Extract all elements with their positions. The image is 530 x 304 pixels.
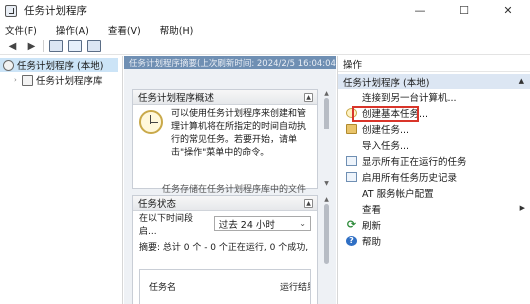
summary-header: 任务计划程序摘要(上次刷新时间: 2024/2/5 16:04:04)	[124, 56, 336, 69]
folder-icon	[22, 74, 33, 86]
close-button[interactable]: ✕	[486, 0, 530, 21]
action-label: 创建任务...	[362, 125, 410, 136]
action-label: AT 服务帐户配置	[362, 189, 434, 200]
properties-icon[interactable]	[87, 40, 101, 52]
overview-section: 任务计划程序概述 ▲ 可以使用任务计划程序来创建和管理计算机将在所指定的时间自动…	[132, 89, 318, 189]
action-label: 导入任务...	[362, 141, 410, 152]
task-scheduler-icon	[3, 59, 14, 71]
task-status-title: 任务状态	[138, 199, 177, 210]
submenu-arrow-icon: ▶	[519, 204, 525, 212]
action-create-task[interactable]: 创建任务...	[338, 121, 530, 137]
time-range-value: 过去 24 小时	[218, 219, 275, 231]
task-icon	[346, 124, 357, 134]
running-tasks-icon	[346, 156, 357, 166]
action-view[interactable]: 查看 ▶	[338, 201, 530, 217]
tree-item-task-scheduler-local[interactable]: 任务计划程序 (本地)	[0, 58, 118, 72]
console-tree-icon[interactable]	[49, 40, 63, 52]
summary-pane: 任务计划程序摘要(上次刷新时间: 2024/2/5 16:04:04) 任务计划…	[124, 56, 336, 304]
title-bar: 任务计划程序 — ☐ ✕	[0, 0, 530, 21]
task-status-table: 任务名 运行结果	[139, 269, 311, 304]
actions-pane: 操作 任务计划程序 (本地) ▲ 连接到另一台计算机... 创建基本任务... …	[337, 56, 530, 304]
status-summary: 摘要: 总计 0 个 - 0 个正在运行, 0 个成功, ...	[139, 243, 311, 253]
scroll-thumb[interactable]	[324, 98, 329, 132]
summary-content: 任务计划程序概述 ▲ 可以使用任务计划程序来创建和管理计算机将在所指定的时间自动…	[124, 69, 336, 304]
overview-section-header[interactable]: 任务计划程序概述 ▲	[133, 90, 317, 105]
clock-icon	[346, 108, 357, 118]
actions-section-label: 任务计划程序 (本地)	[343, 77, 430, 89]
menu-file[interactable]: 文件(F)	[5, 23, 37, 37]
action-help[interactable]: ? 帮助	[338, 233, 530, 249]
chevron-down-icon: ⌄	[299, 219, 306, 228]
action-at-service-config[interactable]: AT 服务帐户配置	[338, 185, 530, 201]
console-tree: 任务计划程序 (本地) › 任务计划程序库	[0, 56, 123, 304]
action-enable-task-history[interactable]: 启用所有任务历史记录	[338, 169, 530, 185]
action-label: 连接到另一台计算机...	[362, 93, 457, 104]
actions-title: 操作	[338, 56, 530, 72]
status-filter-label: 在以下时间段启...	[139, 213, 194, 237]
task-status-section-header[interactable]: 任务状态 ▲	[133, 196, 317, 211]
scroll-up-icon[interactable]: ▲	[322, 195, 331, 204]
tree-item-label: 任务计划程序库	[36, 76, 103, 87]
tree-item-task-scheduler-library[interactable]: › 任务计划程序库	[0, 73, 122, 87]
action-label: 刷新	[362, 221, 382, 232]
tree-item-label: 任务计划程序 (本地)	[17, 61, 104, 72]
scroll-thumb[interactable]	[324, 204, 329, 264]
overview-scroll-lower: ▼	[322, 129, 331, 189]
window-controls: — ☐ ✕	[398, 0, 530, 21]
action-import-task[interactable]: 导入任务...	[338, 137, 530, 153]
minimize-button[interactable]: —	[398, 0, 442, 21]
history-icon	[346, 172, 357, 182]
column-header-task-name[interactable]: 任务名	[149, 280, 176, 293]
refresh-icon: ⟳	[346, 218, 357, 231]
overview-title: 任务计划程序概述	[138, 93, 215, 104]
scroll-up-icon[interactable]: ▲	[322, 89, 331, 98]
collapse-icon[interactable]: ▲	[304, 93, 313, 102]
action-connect-computer[interactable]: 连接到另一台计算机...	[338, 89, 530, 105]
menu-bar: 文件(F) 操作(A) 查看(V) 帮助(H)	[0, 21, 530, 38]
action-label: 创建基本任务...	[362, 109, 429, 120]
menu-action[interactable]: 操作(A)	[56, 23, 89, 37]
action-refresh[interactable]: ⟳ 刷新	[338, 217, 530, 233]
window-title: 任务计划程序	[24, 5, 87, 17]
forward-arrow-icon[interactable]: ▶	[24, 40, 39, 53]
maximize-button[interactable]: ☐	[442, 0, 486, 21]
action-label: 帮助	[362, 237, 382, 248]
overview-more-text: 任务存储在任务计划程序库中的文件	[162, 185, 307, 195]
back-arrow-icon[interactable]: ◀	[5, 40, 20, 53]
task-status-section: 任务状态 ▲ 在以下时间段启... 过去 24 小时 ⌄ 摘要: 总计 0 个 …	[132, 195, 318, 304]
action-create-basic-task[interactable]: 创建基本任务...	[338, 105, 530, 121]
expand-arrow-icon[interactable]: ›	[14, 76, 22, 84]
overview-body: 可以使用任务计划程序来创建和管理计算机将在所指定的时间自动执行的常见任务。若要开…	[133, 105, 317, 175]
status-filter-row: 在以下时间段启... 过去 24 小时 ⌄	[139, 214, 311, 237]
help-icon: ?	[346, 236, 357, 246]
action-label: 显示所有正在运行的任务	[362, 157, 467, 168]
collapse-up-icon[interactable]: ▲	[519, 77, 524, 85]
toolbar-separator	[43, 40, 44, 52]
menu-help[interactable]: 帮助(H)	[160, 23, 194, 37]
column-header-run-result[interactable]: 运行结果	[280, 280, 310, 293]
toolbar: ◀ ▶	[0, 38, 530, 55]
menu-view[interactable]: 查看(V)	[108, 23, 141, 37]
status-scrollbar[interactable]: ▲	[322, 195, 331, 304]
clock-icon	[139, 110, 163, 134]
action-display-running-tasks[interactable]: 显示所有正在运行的任务	[338, 153, 530, 169]
action-label: 查看	[362, 205, 382, 216]
task-scheduler-app-icon	[5, 4, 17, 17]
collapse-icon[interactable]: ▲	[304, 199, 313, 208]
scroll-down-icon[interactable]: ▼	[322, 179, 331, 188]
action-label: 启用所有任务历史记录	[362, 173, 458, 184]
time-range-select[interactable]: 过去 24 小时 ⌄	[213, 216, 311, 231]
task-status-body: 在以下时间段启... 过去 24 小时 ⌄ 摘要: 总计 0 个 - 0 个正在…	[133, 211, 317, 304]
actions-section-header[interactable]: 任务计划程序 (本地) ▲	[338, 74, 530, 89]
overview-text: 可以使用任务计划程序来创建和管理计算机将在所指定的时间自动执行的常见任务。若要开…	[171, 109, 307, 158]
help-toolbar-icon[interactable]	[68, 40, 82, 52]
